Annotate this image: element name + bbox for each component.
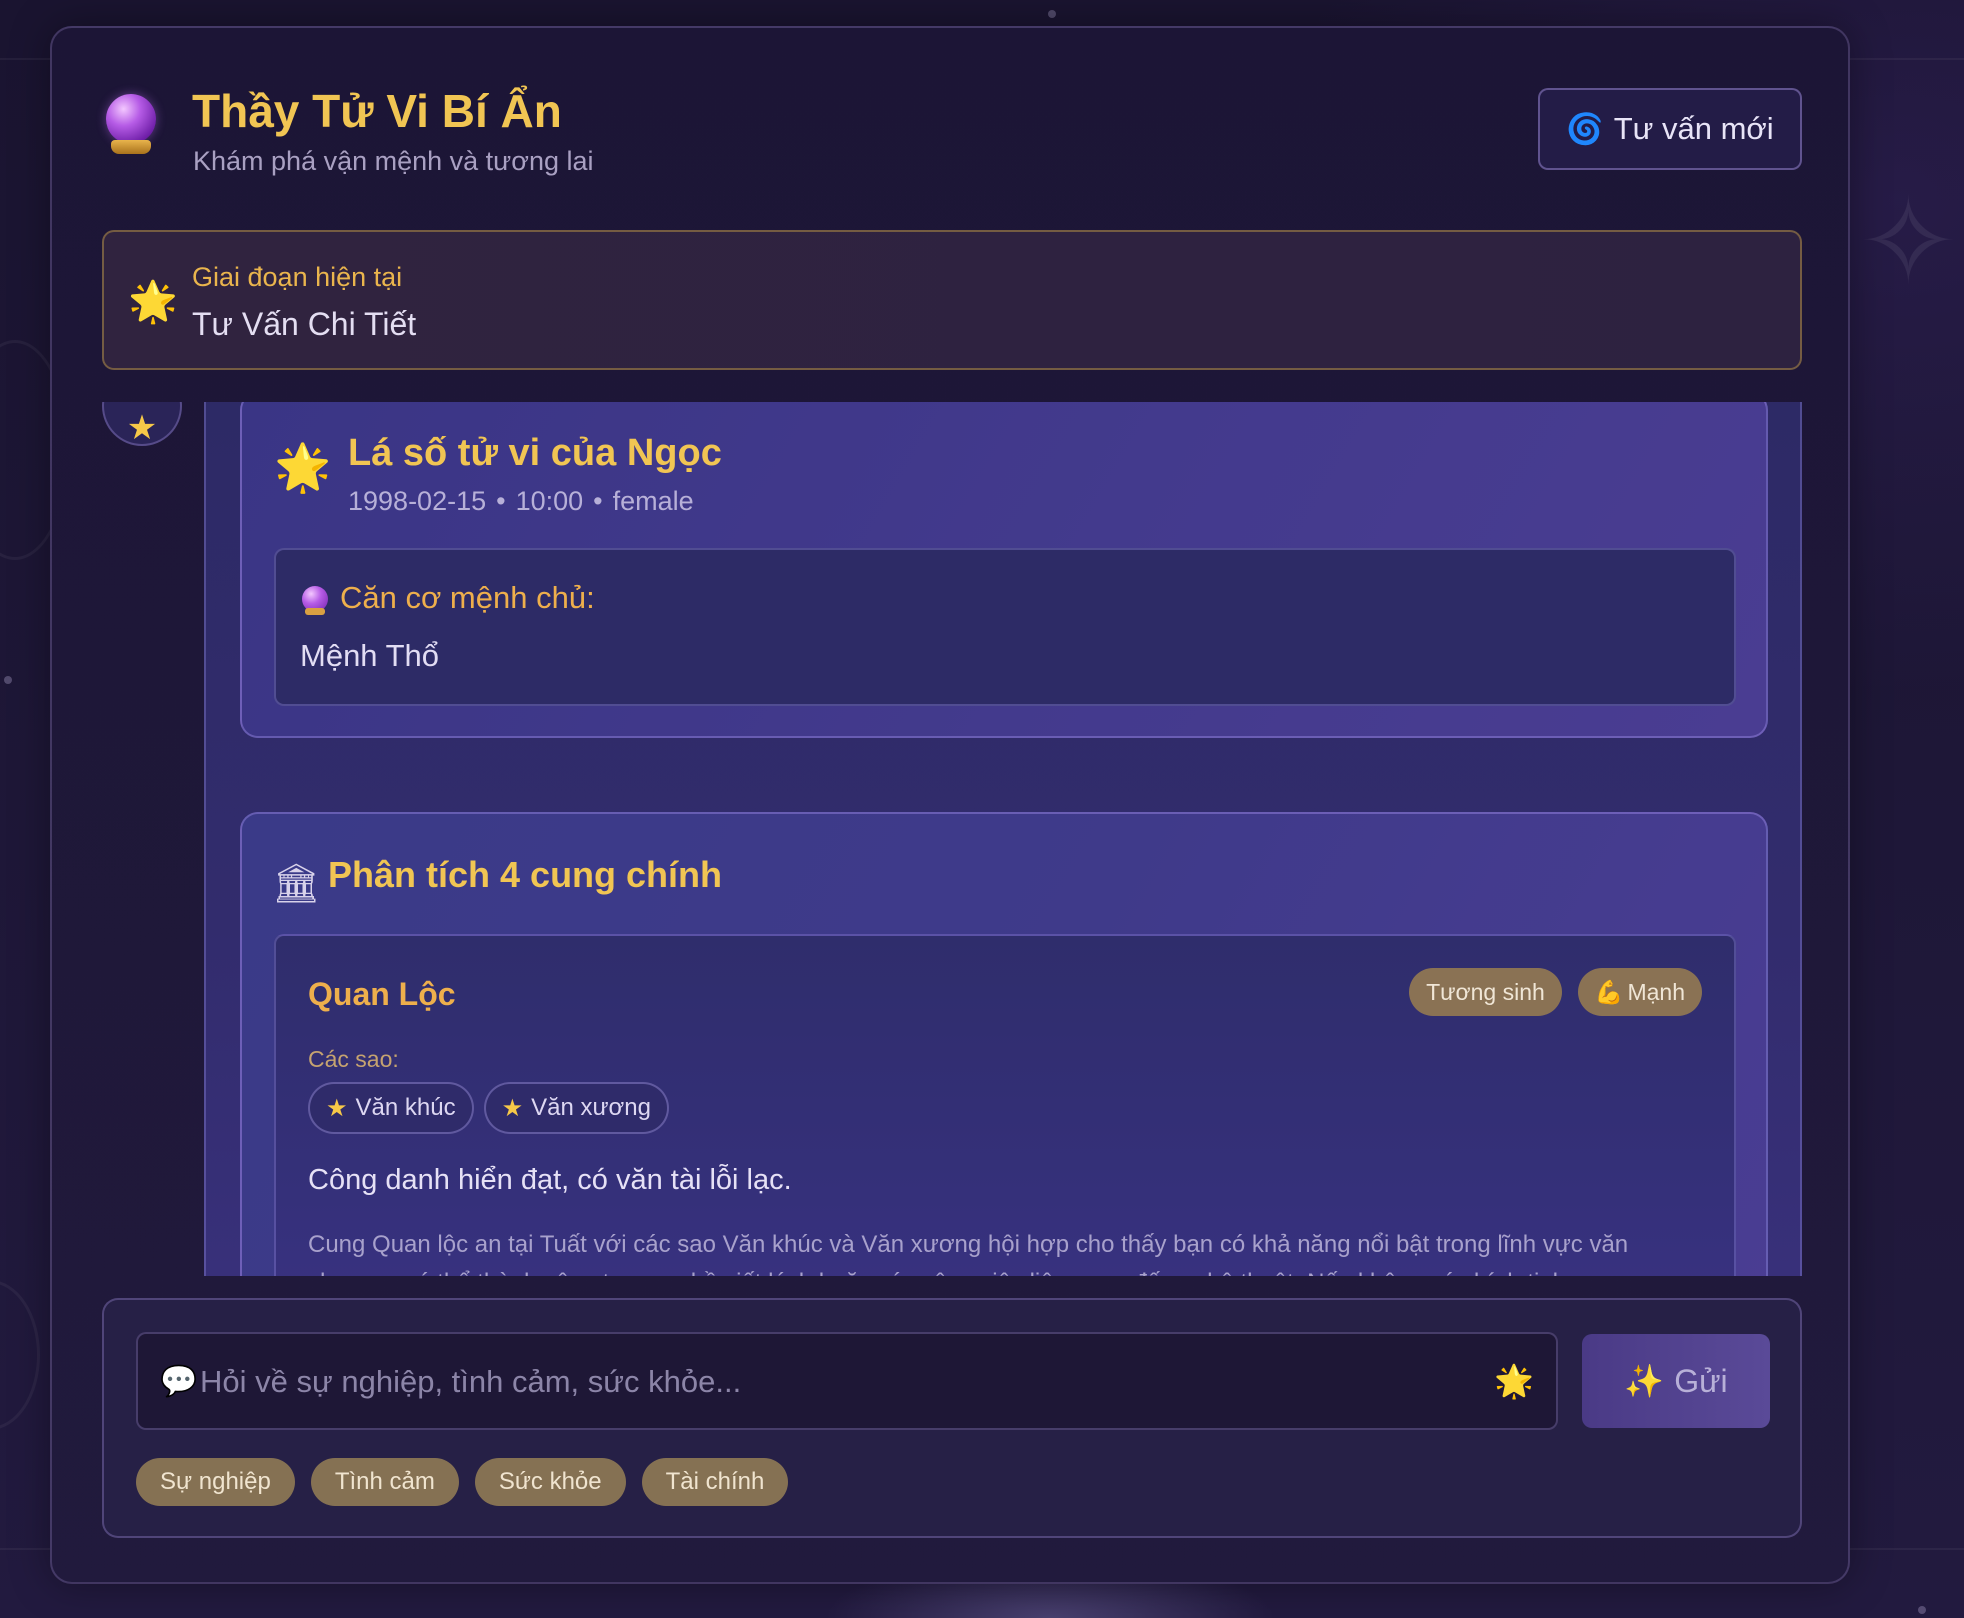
birth-date: 1998-02-15 [348,486,487,516]
spiral-icon: 🌀 [1566,112,1604,146]
horoscope-chart-card: 🌟 Lá số tử vi của Ngọc 1998-02-15 • 10:00 •… [240,402,1768,738]
birth-info: 1998-02-15 • 10:00 • female [348,486,694,517]
separator-dot: • [496,486,506,516]
send-button[interactable]: ✨ Gửi [1582,1334,1770,1428]
palace-tags: Tương sinh 💪 Mạnh [1409,968,1702,1016]
page-subtitle: Khám phá vận mệnh và tương lai [193,146,594,176]
palace-tag-strength: 💪 Mạnh [1577,968,1702,1016]
question-input[interactable] [200,1356,1480,1408]
destiny-value: Mệnh Thổ [300,638,440,673]
sparkles-icon: ✨ [1624,1363,1665,1399]
separator-dot: • [593,486,603,516]
destiny-label: Căn cơ mệnh chủ: [340,580,595,615]
background-star-dot [1048,10,1056,18]
star-chip: ★ Văn xương [483,1082,669,1134]
palace-tag-relation: Tương sinh [1409,968,1562,1016]
new-consultation-button[interactable]: 🌀 Tư vấn mới [1538,88,1802,170]
palace-name: Quan Lộc [308,976,456,1012]
palace-summary: Công danh hiển đạt, có văn tài lỗi lạc. [308,1164,792,1196]
chart-card-title: Lá số tử vi của Ngọc [348,432,722,474]
birth-time: 10:00 [515,486,584,516]
send-label: Gửi [1674,1362,1728,1399]
background-star-dot [1918,1606,1926,1614]
palace-analysis-card: 🏛 Phân tích 4 cung chính Quan Lộc Tương … [240,812,1768,1276]
assistant-message: 🌟 Lá số tử vi của Ngọc 1998-02-15 • 10:00 •… [204,402,1802,1276]
page-title: Thầy Tử Vi Bí Ẩn [192,85,562,137]
background-star-outline-icon: ✧ [1858,175,1959,309]
classical-building-icon: 🏛 [272,863,321,905]
destiny-box: Căn cơ mệnh chủ: Mệnh Thổ [274,548,1736,706]
stars-label: Các sao: [308,1046,399,1072]
glowing-star-icon: 🌟 [128,280,178,324]
quick-topic-love[interactable]: Tình cảm [310,1458,459,1506]
quick-topic-finance[interactable]: Tài chính [641,1458,789,1506]
chat-scroll-area[interactable]: ★ 🌟 Lá số tử vi của Ngọc 1998-02-15 • 10:0… [102,402,1802,1276]
star-chip: ★ Văn khúc [308,1082,474,1134]
crystal-ball-icon [302,586,328,615]
background-star-dot [4,676,12,684]
message-composer: 💬 🌟 ✨ Gửi Sự nghiệp Tình cảm Sức khỏe Tà… [102,1298,1802,1538]
star-icon: ★ [126,409,158,447]
quick-topic-health[interactable]: Sức khỏe [474,1458,626,1506]
app-window: Thầy Tử Vi Bí Ẩn Khám phá vận mệnh và tư… [50,26,1850,1584]
quick-topic-career[interactable]: Sự nghiệp [136,1458,295,1506]
current-stage-banner: 🌟 Giai đoạn hiện tại Tư Vấn Chi Tiết [102,230,1802,370]
flexed-biceps-icon: 💪 [1594,978,1624,1005]
star-icon: ★ [326,1094,348,1122]
new-consultation-label: Tư vấn mới [1613,111,1774,146]
quick-topic-list: Sự nghiệp Tình cảm Sức khỏe Tài chính [136,1458,789,1506]
star-icon: ★ [501,1094,524,1122]
crystal-ball-icon [102,92,160,158]
stage-value: Tư Vấn Chi Tiết [192,306,417,342]
star-chip-list: ★ Văn khúc ★ Văn xương [308,1082,669,1134]
analysis-title: Phân tích 4 cung chính [328,854,723,895]
gender: female [612,486,694,516]
palace-detail-box: Quan Lộc Tương sinh 💪 Mạnh Các sao: ★ Vă… [274,934,1736,1276]
stage-label: Giai đoạn hiện tại [192,262,403,292]
palace-detail-text: Cung Quan lộc an tại Tuất với các sao Vă… [308,1231,1629,1276]
glowing-star-icon: 🌟 [274,441,332,493]
question-input-box[interactable]: 💬 🌟 [136,1332,1558,1430]
assistant-avatar: ★ [102,402,182,447]
sparkle-star-icon[interactable]: 🌟 [1494,1362,1534,1400]
speech-bubble-icon: 💬 [160,1365,198,1398]
